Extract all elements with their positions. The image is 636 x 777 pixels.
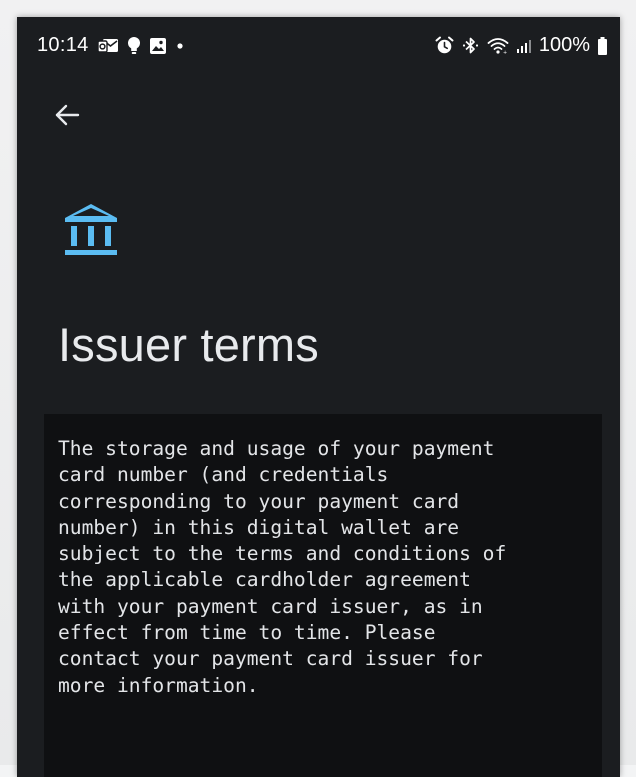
- terms-line: subject to the terms and conditions of: [58, 542, 507, 566]
- terms-line: effect from time to time. Please: [58, 621, 436, 645]
- terms-line: corresponding to your payment card: [58, 489, 460, 513]
- page-title: Issuer terms: [58, 318, 319, 371]
- battery-percent: 100%: [538, 34, 590, 56]
- outlook-notification-icon: [96, 36, 119, 56]
- terms-line: with your payment card issuer, as in: [58, 594, 483, 618]
- status-bar-right: + 100%: [435, 34, 608, 57]
- wifi-icon: +: [487, 36, 509, 56]
- signal-icon: [516, 36, 532, 56]
- status-time: 10:14: [37, 34, 89, 56]
- terms-text-box[interactable]: The storage and usage of your payment ca…: [44, 414, 602, 777]
- alarm-icon: [435, 36, 454, 56]
- back-button[interactable]: [47, 95, 87, 135]
- status-bar-left: 10:14: [37, 34, 185, 57]
- status-bar: 10:14 + 100%: [17, 17, 620, 75]
- terms-line: more information.: [58, 673, 259, 697]
- terms-text: The storage and usage of your payment ca…: [58, 436, 588, 699]
- terms-line: contact your payment card issuer for: [58, 647, 483, 671]
- terms-line: card number (and credentials: [58, 463, 389, 487]
- terms-line: number) in this digital wallet are: [58, 515, 460, 539]
- svg-text:+: +: [503, 50, 507, 55]
- lightbulb-icon: [127, 36, 141, 56]
- terms-line: The storage and usage of your payment: [58, 437, 495, 460]
- screenshot-frame: 10:14 + 100% Issuer terms The storage an…: [0, 0, 636, 777]
- back-arrow-icon: [55, 104, 80, 126]
- dot-icon: [175, 36, 185, 56]
- phone-screen: 10:14 + 100% Issuer terms The storage an…: [17, 17, 620, 777]
- bank-icon: [63, 200, 119, 256]
- bluetooth-icon: [461, 36, 480, 56]
- terms-line: the applicable cardholder agreement: [58, 568, 471, 592]
- battery-icon: [597, 36, 608, 56]
- gallery-icon: [149, 36, 167, 56]
